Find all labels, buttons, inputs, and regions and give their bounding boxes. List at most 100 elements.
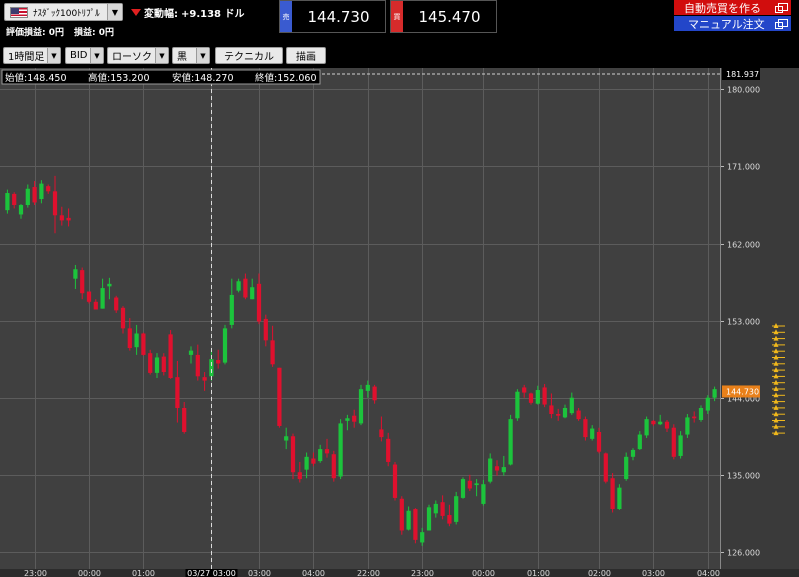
popout-window-icon	[775, 3, 788, 13]
candle-body	[372, 386, 377, 401]
candle-body	[488, 458, 493, 482]
candle-body	[420, 532, 425, 543]
crosshair-time-label: 03/27 03:00	[187, 569, 236, 577]
low-label: 安値:	[172, 72, 194, 84]
drawing-button[interactable]: 描画	[286, 47, 326, 64]
candle-body	[270, 340, 275, 365]
low-value: 148.270	[194, 73, 233, 84]
down-arrow-icon	[131, 9, 141, 16]
sell-price: 144.730	[307, 7, 370, 26]
svg-text:始値:148.450: 始値:148.450	[5, 72, 67, 84]
candlestick-chart[interactable]: 180.000 171.000 162.000 153.000 144.000 135.0…	[0, 68, 799, 577]
candle-body	[692, 416, 697, 419]
candle-body	[712, 389, 717, 398]
candle-body	[120, 307, 126, 329]
candle-body	[365, 384, 370, 391]
candle-body	[406, 510, 411, 530]
price-type-select[interactable]: BID ▼	[65, 47, 104, 64]
candle-body	[542, 387, 547, 405]
chart-toolbar: 1時間足 ▼ BID ▼ ローソク ▼ 黒 ▼ テクニカル 描画	[0, 44, 799, 68]
max-value-label: 181.937	[726, 70, 759, 79]
candle-body	[141, 333, 146, 355]
manual-order-button[interactable]: マニュアル注文	[674, 16, 791, 31]
current-price-label: 144.730	[726, 387, 759, 396]
drawing-label: 描画	[296, 52, 316, 63]
x-tick-label: 23:00	[411, 569, 434, 577]
candle-body	[86, 291, 92, 302]
candle-body	[549, 405, 554, 414]
candle-body	[474, 483, 479, 486]
timeframe-select[interactable]: 1時間足 ▼	[3, 47, 61, 64]
candle-body	[216, 360, 221, 364]
candle-body	[202, 377, 207, 381]
candle-body	[324, 449, 330, 454]
sell-price-button[interactable]: 売 144.730	[279, 0, 386, 33]
candle-body	[256, 283, 262, 322]
candle-body	[195, 354, 200, 377]
chart-style-label: ローソク	[112, 52, 152, 63]
candle-body	[685, 417, 690, 435]
auto-trade-button[interactable]: 自動売買を作る	[674, 0, 791, 15]
y-tick-label: 135.000	[727, 472, 760, 481]
popout-window-icon	[775, 19, 788, 29]
candle-body	[345, 418, 350, 421]
candle-body	[705, 397, 710, 411]
candle-body	[576, 410, 581, 420]
candle-body	[297, 472, 302, 480]
chevron-down-icon: ▼	[90, 48, 103, 63]
candle-body	[515, 391, 520, 419]
sell-tag: 売	[280, 1, 292, 32]
symbol-select[interactable]: ﾅｽﾀﾞｯｸ100ﾄﾘﾌﾟﾙ ▼	[4, 3, 123, 21]
candle-body	[175, 377, 180, 408]
candle-body	[392, 464, 398, 498]
candle-body	[182, 407, 187, 432]
candle-body	[399, 498, 404, 531]
candle-body	[80, 270, 85, 294]
color-scheme-select[interactable]: 黒 ▼	[172, 47, 210, 64]
high-label: 高値:	[88, 72, 110, 84]
candle-body	[311, 458, 316, 464]
technical-button[interactable]: テクニカル	[215, 47, 283, 64]
svg-text:高値:153.200: 高値:153.200	[88, 72, 150, 84]
candle-body	[637, 434, 642, 450]
candle-body	[481, 484, 486, 504]
chart-svg[interactable]: 180.000171.000162.000153.000144.000135.0…	[0, 68, 799, 577]
candle-body	[522, 387, 527, 393]
y-tick-label: 162.000	[727, 241, 760, 250]
candle-body	[658, 421, 663, 425]
candle-body	[358, 389, 364, 424]
candle-body	[617, 487, 622, 510]
candle-body	[161, 356, 166, 373]
candle-body	[263, 318, 268, 341]
candle-body	[107, 283, 112, 287]
candle-body	[379, 429, 384, 438]
candle-body	[583, 419, 588, 438]
candle-body	[569, 397, 574, 414]
candle-body	[603, 453, 608, 482]
candle-body	[630, 449, 636, 457]
candle-body	[18, 205, 24, 215]
time-axis	[0, 569, 799, 577]
pl-eval-value: 0円	[48, 28, 65, 38]
candle-body	[352, 415, 357, 422]
candle-body	[433, 503, 438, 514]
candle-body	[467, 480, 472, 489]
chart-style-select[interactable]: ローソク ▼	[107, 47, 169, 64]
candle-body	[556, 413, 561, 416]
candle-body	[5, 193, 10, 211]
x-tick-label: 22:00	[357, 569, 380, 577]
y-tick-label: 153.000	[727, 318, 760, 327]
chevron-down-icon: ▼	[47, 48, 60, 63]
candle-body	[243, 278, 248, 298]
candle-body	[494, 466, 500, 471]
symbol-label: ﾅｽﾀﾞｯｸ100ﾄﾘﾌﾟﾙ	[33, 8, 100, 19]
chevron-down-icon: ▼	[155, 48, 168, 63]
x-tick-label: 01:00	[132, 569, 155, 577]
candle-body	[440, 502, 445, 516]
chevron-down-icon: ▼	[107, 4, 122, 20]
candle-body	[59, 215, 64, 221]
candle-body	[331, 454, 336, 479]
candle-body	[39, 183, 44, 200]
buy-price-button[interactable]: 買 145.470	[390, 0, 497, 33]
candle-body	[460, 479, 466, 498]
